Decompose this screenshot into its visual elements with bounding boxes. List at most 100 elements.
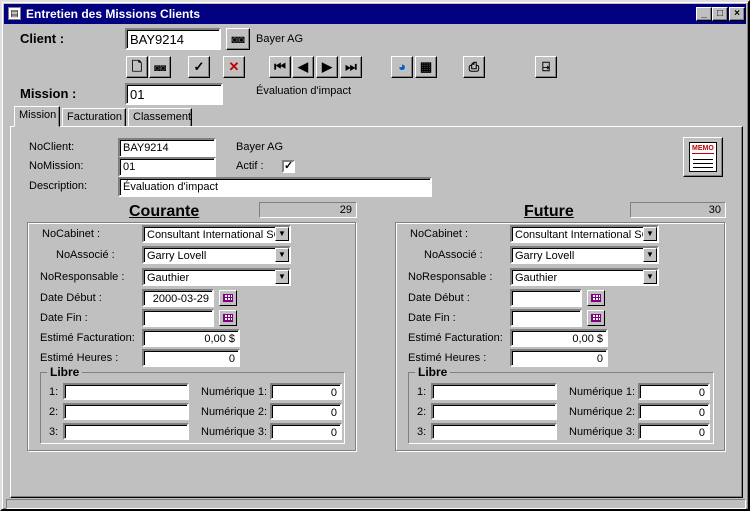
noclient-input[interactable]: BAY9214 bbox=[118, 138, 216, 158]
future-noresponsable-select[interactable]: Gauthier ▼ bbox=[510, 268, 659, 286]
courante-noassocie-select[interactable]: Garry Lovell ▼ bbox=[142, 246, 291, 264]
future-estime-facturation-label: Estimé Facturation: bbox=[408, 332, 503, 344]
memo-button[interactable]: MEMO bbox=[683, 137, 723, 177]
future-noresponsable-label: NoResponsable : bbox=[408, 271, 493, 283]
courante-libre-title: Libre bbox=[47, 365, 83, 379]
next-record-button[interactable]: ▶ bbox=[316, 56, 338, 78]
courante-date-debut-input[interactable]: 2000-03-29 bbox=[142, 289, 214, 307]
courante-noassocie-value: Garry Lovell bbox=[147, 250, 207, 262]
future-libre-label-2: 2: bbox=[417, 406, 427, 418]
chevron-down-icon[interactable]: ▼ bbox=[275, 248, 289, 262]
wizard-icon: ◕ bbox=[398, 59, 406, 74]
courante-date-debut-calendar-button[interactable] bbox=[219, 290, 237, 306]
future-nocabinet-select[interactable]: Consultant International SC ▼ bbox=[510, 225, 659, 243]
main-window: ▤ Entretien des Missions Clients _ □ × C… bbox=[0, 0, 750, 511]
future-noassocie-select[interactable]: Garry Lovell ▼ bbox=[510, 246, 659, 264]
future-numerique-label-3: Numérique 3: bbox=[569, 426, 636, 438]
future-date-fin-label: Date Fin : bbox=[408, 312, 456, 324]
future-numerique-input-3[interactable]: 0 bbox=[638, 423, 710, 440]
last-record-button[interactable]: ⏭ bbox=[340, 56, 362, 78]
calendar-icon bbox=[223, 314, 233, 322]
tab-facturation[interactable]: Facturation bbox=[62, 108, 126, 127]
first-record-button[interactable]: ⏮ bbox=[269, 56, 291, 78]
print-icon: ⎙ bbox=[468, 59, 480, 74]
future-libre-text-1[interactable] bbox=[431, 383, 557, 400]
actif-checkbox[interactable]: ✓ bbox=[282, 160, 295, 173]
nomission-label: NoMission: bbox=[29, 160, 84, 172]
find-button[interactable]: ◙◙ bbox=[149, 56, 171, 78]
chevron-down-icon[interactable]: ▼ bbox=[643, 270, 657, 284]
courante-noresponsable-select[interactable]: Gauthier ▼ bbox=[142, 268, 291, 286]
courante-libre-text-3[interactable] bbox=[63, 423, 189, 440]
find-icon: ◙◙ bbox=[153, 63, 167, 74]
future-estime-heures-input[interactable]: 0 bbox=[510, 349, 608, 367]
table-view-button[interactable]: ▦ bbox=[415, 56, 437, 78]
tab-mission[interactable]: Mission bbox=[14, 106, 60, 127]
courante-date-fin-calendar-button[interactable] bbox=[219, 310, 237, 326]
delete-button[interactable]: ✕ bbox=[223, 56, 245, 78]
courante-date-fin-input[interactable] bbox=[142, 309, 214, 327]
future-date-debut-input[interactable] bbox=[510, 289, 582, 307]
client-input[interactable]: BAY9214 bbox=[125, 28, 221, 50]
maximize-button[interactable]: □ bbox=[712, 7, 728, 21]
courante-numerique-label-3: Numérique 3: bbox=[201, 426, 268, 438]
chevron-down-icon[interactable]: ▼ bbox=[275, 227, 289, 241]
new-record-icon: 🗋 bbox=[131, 59, 143, 74]
memo-lines bbox=[693, 156, 713, 168]
future-date-debut-calendar-button[interactable] bbox=[587, 290, 605, 306]
client-label: Client : bbox=[20, 31, 65, 46]
future-libre-label-3: 3: bbox=[417, 426, 427, 438]
form-icon[interactable]: ▤ bbox=[8, 7, 21, 20]
mission-name: Évaluation d'impact bbox=[256, 85, 352, 97]
client-search-button[interactable]: ◙◙ bbox=[226, 28, 250, 50]
future-noassocie-value: Garry Lovell bbox=[515, 250, 575, 262]
courante-libre-label-3: 3: bbox=[49, 426, 59, 438]
courante-estime-heures-input[interactable]: 0 bbox=[142, 349, 240, 367]
chevron-down-icon[interactable]: ▼ bbox=[275, 270, 289, 284]
courante-date-debut-label: Date Début : bbox=[40, 292, 102, 304]
table-view-icon: ▦ bbox=[419, 59, 433, 74]
future-estime-heures-label: Estimé Heures : bbox=[408, 352, 487, 364]
chevron-down-icon[interactable]: ▼ bbox=[643, 227, 657, 241]
minimize-button[interactable]: _ bbox=[696, 7, 712, 21]
description-input[interactable]: Évaluation d'impact bbox=[118, 177, 432, 197]
nomission-input[interactable]: 01 bbox=[118, 157, 216, 177]
courante-title: Courante bbox=[129, 203, 200, 220]
future-numerique-input-2[interactable]: 0 bbox=[638, 403, 710, 420]
courante-numerique-input-1[interactable]: 0 bbox=[270, 383, 342, 400]
future-date-debut-label: Date Début : bbox=[408, 292, 470, 304]
calendar-icon bbox=[223, 294, 233, 302]
future-libre-title: Libre bbox=[415, 365, 451, 379]
first-record-icon: ⏮ bbox=[274, 59, 286, 74]
mission-input[interactable]: 01 bbox=[125, 83, 223, 105]
memo-icon: MEMO bbox=[689, 142, 717, 172]
courante-nocabinet-select[interactable]: Consultant International SC ▼ bbox=[142, 225, 291, 243]
future-estime-facturation-input[interactable]: 0,00 $ bbox=[510, 329, 608, 347]
courante-libre-text-1[interactable] bbox=[63, 383, 189, 400]
wizard-button[interactable]: ◕ bbox=[391, 56, 413, 78]
future-noassocie-label: NoAssocié : bbox=[424, 249, 483, 261]
chevron-down-icon[interactable]: ▼ bbox=[643, 248, 657, 262]
title-bar: ▤ Entretien des Missions Clients _ □ × bbox=[4, 4, 746, 24]
client-name: Bayer AG bbox=[256, 33, 304, 45]
courante-numerique-input-3[interactable]: 0 bbox=[270, 423, 342, 440]
calendar-icon bbox=[591, 294, 601, 302]
future-numerique-label-2: Numérique 2: bbox=[569, 406, 636, 418]
courante-libre-text-2[interactable] bbox=[63, 403, 189, 420]
future-numerique-input-1[interactable]: 0 bbox=[638, 383, 710, 400]
calendar-icon bbox=[591, 314, 601, 322]
new-record-button[interactable]: 🗋 bbox=[126, 56, 148, 78]
courante-numerique-input-2[interactable]: 0 bbox=[270, 403, 342, 420]
courante-libre-label-2: 2: bbox=[49, 406, 59, 418]
courante-estime-facturation-input[interactable]: 0,00 $ bbox=[142, 329, 240, 347]
future-libre-text-2[interactable] bbox=[431, 403, 557, 420]
future-libre-text-3[interactable] bbox=[431, 423, 557, 440]
save-button[interactable]: ✓ bbox=[188, 56, 210, 78]
exit-button[interactable]: ⍈ bbox=[535, 56, 557, 78]
tab-classement[interactable]: Classement bbox=[128, 108, 192, 127]
previous-record-button[interactable]: ◀ bbox=[292, 56, 314, 78]
print-button[interactable]: ⎙ bbox=[463, 56, 485, 78]
future-date-fin-input[interactable] bbox=[510, 309, 582, 327]
close-button[interactable]: × bbox=[729, 7, 745, 21]
future-date-fin-calendar-button[interactable] bbox=[587, 310, 605, 326]
